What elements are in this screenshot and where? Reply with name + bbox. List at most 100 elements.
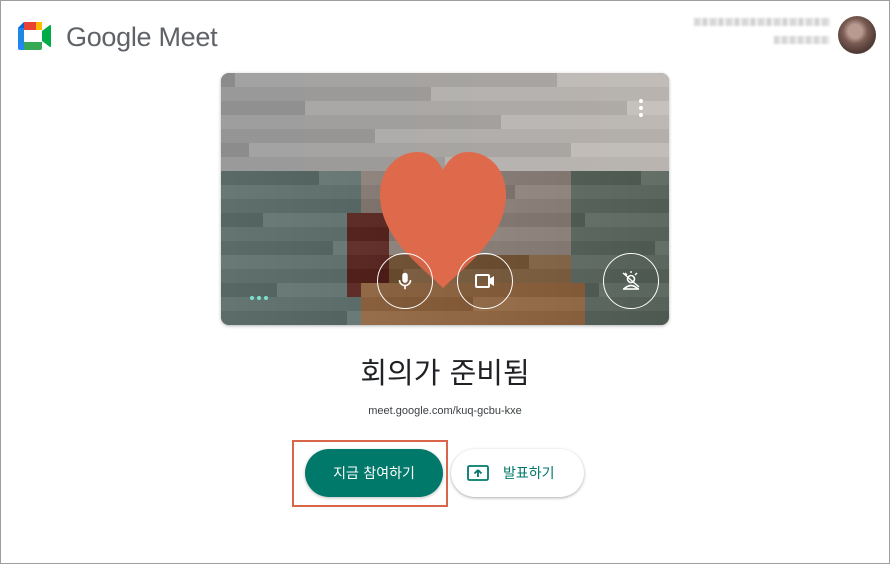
- video-pixel: [249, 129, 263, 143]
- video-pixel: [291, 115, 305, 129]
- video-pixel: [515, 311, 529, 325]
- video-pixel: [333, 157, 347, 171]
- video-pixel: [529, 297, 543, 311]
- video-pixel: [277, 199, 291, 213]
- video-pixel: [627, 199, 641, 213]
- video-pixel: [277, 115, 291, 129]
- video-pixel: [459, 311, 473, 325]
- video-pixel: [655, 101, 669, 115]
- video-pixel: [347, 283, 361, 297]
- video-pixel: [529, 101, 543, 115]
- video-pixel: [613, 171, 627, 185]
- video-pixel: [375, 129, 389, 143]
- video-pixel: [585, 73, 599, 87]
- video-pixel: [291, 129, 305, 143]
- video-pixel: [515, 129, 529, 143]
- video-pixel: [305, 283, 319, 297]
- video-pixel: [529, 283, 543, 297]
- video-pixel: [291, 199, 305, 213]
- join-now-button[interactable]: 지금 참여하기: [305, 449, 443, 497]
- video-pixel: [655, 171, 669, 185]
- video-pixel: [277, 87, 291, 101]
- video-pixel: [431, 115, 445, 129]
- more-vert-icon[interactable]: [633, 96, 649, 120]
- video-pixel: [585, 129, 599, 143]
- video-pixel: [641, 213, 655, 227]
- video-pixel: [515, 87, 529, 101]
- video-pixel: [599, 115, 613, 129]
- video-pixel: [599, 185, 613, 199]
- video-pixel: [221, 269, 235, 283]
- video-pixel: [571, 87, 585, 101]
- video-pixel: [249, 185, 263, 199]
- video-pixel: [263, 311, 277, 325]
- video-pixel: [585, 115, 599, 129]
- video-pixel: [655, 129, 669, 143]
- video-pixel: [263, 241, 277, 255]
- video-pixel: [277, 255, 291, 269]
- video-pixel: [333, 283, 347, 297]
- video-pixel: [305, 115, 319, 129]
- video-pixel: [487, 115, 501, 129]
- video-pixel: [515, 185, 529, 199]
- video-pixel: [417, 311, 431, 325]
- microphone-toggle-button[interactable]: [377, 253, 433, 309]
- video-pixel: [445, 115, 459, 129]
- video-pixel: [277, 185, 291, 199]
- video-pixel: [487, 73, 501, 87]
- avatar[interactable]: [838, 16, 876, 54]
- video-pixel: [487, 311, 501, 325]
- video-pixel: [571, 283, 585, 297]
- video-pixel: [557, 129, 571, 143]
- video-pixel: [249, 73, 263, 87]
- video-pixel: [501, 101, 515, 115]
- video-pixel: [347, 269, 361, 283]
- video-pixel: [235, 73, 249, 87]
- video-pixel: [543, 129, 557, 143]
- video-pixel: [655, 311, 669, 325]
- video-pixel: [291, 255, 305, 269]
- video-pixel: [515, 241, 529, 255]
- video-pixel: [361, 143, 375, 157]
- present-button[interactable]: 발표하기: [451, 449, 584, 497]
- video-pixel: [291, 157, 305, 171]
- video-pixel: [235, 185, 249, 199]
- video-pixel: [445, 129, 459, 143]
- video-pixel: [571, 115, 585, 129]
- video-pixel: [459, 115, 473, 129]
- video-pixel: [557, 143, 571, 157]
- video-pixel: [263, 73, 277, 87]
- video-pixel: [291, 227, 305, 241]
- video-pixel: [403, 73, 417, 87]
- video-pixel: [333, 115, 347, 129]
- video-pixel: [515, 157, 529, 171]
- video-pixel: [641, 73, 655, 87]
- video-pixel: [459, 129, 473, 143]
- video-pixel: [291, 143, 305, 157]
- video-pixel: [585, 269, 599, 283]
- camera-toggle-button[interactable]: [457, 253, 513, 309]
- video-pixel: [445, 311, 459, 325]
- video-pixel: [319, 115, 333, 129]
- video-pixel: [263, 283, 277, 297]
- video-pixel: [627, 213, 641, 227]
- video-pixel: [557, 255, 571, 269]
- video-pixel: [389, 73, 403, 87]
- video-pixel: [655, 213, 669, 227]
- video-pixel: [263, 255, 277, 269]
- video-pixel: [557, 73, 571, 87]
- video-pixel: [585, 101, 599, 115]
- video-pixel: [375, 87, 389, 101]
- visual-effects-button[interactable]: [603, 253, 659, 309]
- video-pixel: [543, 143, 557, 157]
- video-pixel: [543, 311, 557, 325]
- video-pixel: [249, 255, 263, 269]
- video-pixel: [613, 101, 627, 115]
- video-pixel: [235, 283, 249, 297]
- video-pixel: [613, 73, 627, 87]
- video-pixel: [277, 283, 291, 297]
- video-pixel: [627, 227, 641, 241]
- video-pixel: [417, 101, 431, 115]
- video-pixel: [445, 101, 459, 115]
- video-pixel: [557, 101, 571, 115]
